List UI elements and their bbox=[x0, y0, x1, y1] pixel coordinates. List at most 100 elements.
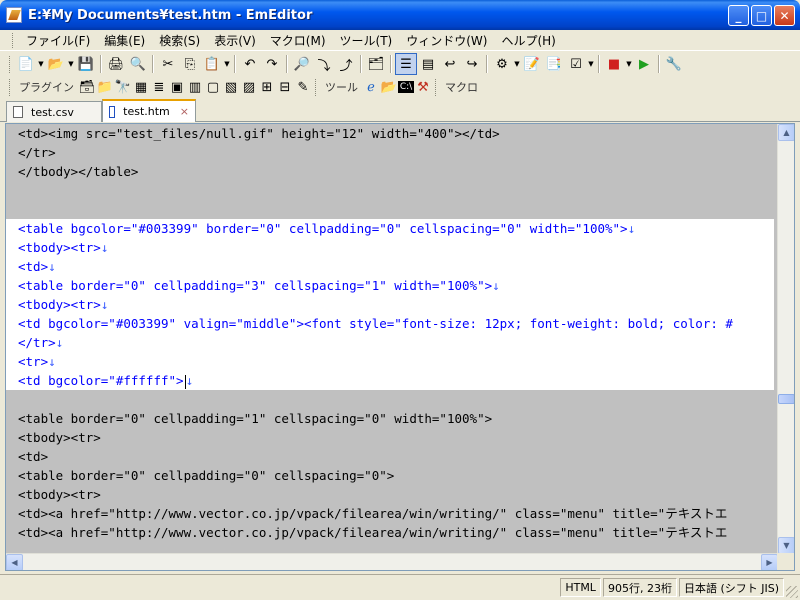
find-previous-icon[interactable]: ⤴ bbox=[335, 53, 357, 75]
checklist-icon[interactable]: ☑ bbox=[565, 53, 587, 75]
newline-mark: ↓ bbox=[100, 297, 109, 312]
minimize-button[interactable]: _ bbox=[728, 5, 749, 26]
encoding-status[interactable]: 日本語 (シフト JIS) bbox=[678, 578, 784, 597]
external-tool-icon[interactable]: ⚒ bbox=[414, 76, 432, 98]
plugin-html-bar-icon[interactable]: ▦ bbox=[132, 76, 150, 98]
run-macro-icon[interactable]: ▶ bbox=[633, 53, 655, 75]
menu-window[interactable]: ウィンドウ(W) bbox=[399, 32, 494, 49]
plugin-word-count-icon[interactable]: ▧ bbox=[222, 76, 240, 98]
explorer-folder-icon[interactable]: 📂 bbox=[380, 76, 398, 98]
toolbar-grip[interactable] bbox=[315, 78, 318, 96]
code-line: <td><a href="http://www.vector.co.jp/vpa… bbox=[18, 506, 728, 521]
macro-dropdown-icon[interactable]: ▼ bbox=[625, 60, 633, 68]
plugin-binoculars-icon[interactable]: 🔭 bbox=[114, 76, 132, 98]
plugin-spell-check-icon[interactable]: ✎ bbox=[294, 76, 312, 98]
code-line: <td> bbox=[18, 449, 49, 464]
open-folder-icon[interactable]: 📂 bbox=[45, 53, 67, 75]
toolbar-grip[interactable] bbox=[9, 78, 12, 96]
selected-code-line: <td bgcolor="#003399" valign="middle"><f… bbox=[6, 314, 774, 333]
emeditor-app-icon[interactable] bbox=[6, 7, 22, 23]
vertical-scroll-thumb[interactable] bbox=[778, 394, 794, 404]
menu-file[interactable]: ファイル(F) bbox=[19, 32, 97, 49]
title-bar[interactable]: E:¥My Documents¥test.htm - EmEditor _ □ … bbox=[0, 0, 800, 30]
new-file-icon[interactable]: 📄 bbox=[15, 53, 37, 75]
find-icon[interactable]: 🔎 bbox=[291, 53, 313, 75]
menu-search[interactable]: 検索(S) bbox=[152, 32, 207, 49]
wrap-by-window-icon[interactable]: ↩ bbox=[439, 53, 461, 75]
code-line: <table border="0" cellpadding="1" cellsp… bbox=[18, 411, 493, 426]
scroll-right-arrow-icon[interactable]: ▶ bbox=[761, 554, 778, 570]
menu-help[interactable]: ヘルプ(H) bbox=[494, 32, 562, 49]
new-dropdown-icon[interactable]: ▼ bbox=[37, 60, 45, 68]
toolbar-grip[interactable] bbox=[9, 55, 12, 73]
find-next-icon[interactable]: ⤵ bbox=[313, 53, 335, 75]
scroll-up-arrow-icon[interactable]: ▲ bbox=[778, 124, 794, 141]
status-bar: HTML 905行, 23桁 日本語 (シフト JIS) bbox=[0, 574, 800, 600]
paste-icon[interactable]: 📋 bbox=[201, 53, 223, 75]
text-editor[interactable]: <td><img src="test_files/null.gif" heigh… bbox=[5, 123, 795, 571]
save-icon[interactable]: 💾 bbox=[75, 53, 97, 75]
print-icon[interactable]: 🖨 bbox=[105, 53, 127, 75]
paste-dropdown-icon[interactable]: ▼ bbox=[223, 60, 231, 68]
resize-grip[interactable] bbox=[786, 586, 798, 598]
plugin-search-icon[interactable]: ⊞ bbox=[258, 76, 276, 98]
open-dropdown-icon[interactable]: ▼ bbox=[67, 60, 75, 68]
plugin-projects-icon[interactable]: 📁 bbox=[96, 76, 114, 98]
stop-macro-icon[interactable]: ■ bbox=[603, 53, 625, 75]
tab-label: test.csv bbox=[31, 105, 74, 119]
wrap-by-chars-icon[interactable]: ▤ bbox=[417, 53, 439, 75]
plugin-snippets-icon[interactable]: ▣ bbox=[168, 76, 186, 98]
tab-test-htm[interactable]: test.htm × bbox=[102, 99, 196, 122]
code-area[interactable]: <td><img src="test_files/null.gif" heigh… bbox=[6, 124, 774, 554]
customize-icon[interactable]: 🔧 bbox=[663, 53, 685, 75]
plugin-web-preview-icon[interactable]: ▢ bbox=[204, 76, 222, 98]
cut-icon[interactable]: ✂ bbox=[157, 53, 179, 75]
close-button[interactable]: ✕ bbox=[774, 5, 795, 26]
checklist-dropdown-icon[interactable]: ▼ bbox=[587, 60, 595, 68]
menu-view[interactable]: 表示(V) bbox=[207, 32, 263, 49]
print-preview-icon[interactable]: 🔍 bbox=[127, 53, 149, 75]
tab-test-csv[interactable]: test.csv bbox=[6, 101, 102, 122]
code-line: <tbody><tr> bbox=[18, 487, 101, 502]
toolbar-separator bbox=[390, 55, 392, 73]
newline-mark: ↓ bbox=[185, 373, 194, 388]
copy-icon[interactable]: ⎘ bbox=[179, 53, 201, 75]
selected-code-line: <tbody><tr>↓ bbox=[6, 295, 774, 314]
plugin-tags-icon[interactable]: ⊟ bbox=[276, 76, 294, 98]
menu-grip[interactable] bbox=[12, 32, 15, 48]
window-title: E:¥My Documents¥test.htm - EmEditor bbox=[28, 7, 313, 23]
all-properties-icon[interactable]: 📑 bbox=[543, 53, 565, 75]
selected-line-text: <td bgcolor="#003399" valign="middle"><f… bbox=[18, 316, 733, 331]
plugin-clipboard-icon[interactable]: ▨ bbox=[240, 76, 258, 98]
maximize-button[interactable]: □ bbox=[751, 5, 772, 26]
vertical-scrollbar[interactable]: ▲ ▼ bbox=[777, 124, 794, 554]
configuration-icon[interactable]: ⚙ bbox=[491, 53, 513, 75]
menu-macro[interactable]: マクロ(M) bbox=[263, 32, 333, 49]
redo-icon[interactable]: ↷ bbox=[261, 53, 283, 75]
toolbar-grip[interactable] bbox=[435, 78, 438, 96]
find-in-files-icon[interactable]: 🗂 bbox=[365, 53, 387, 75]
scroll-left-arrow-icon[interactable]: ◀ bbox=[6, 554, 23, 570]
configuration-dropdown-icon[interactable]: ▼ bbox=[513, 60, 521, 68]
internet-explorer-icon[interactable]: ℯ bbox=[362, 76, 380, 98]
properties-icon[interactable]: 📝 bbox=[521, 53, 543, 75]
scroll-down-arrow-icon[interactable]: ▼ bbox=[778, 537, 794, 554]
plugin-explorer-icon[interactable]: 🗃 bbox=[78, 76, 96, 98]
text-file-icon bbox=[13, 106, 23, 118]
tab-close-icon[interactable]: × bbox=[180, 105, 189, 118]
undo-icon[interactable]: ↶ bbox=[239, 53, 261, 75]
plugin-outline-icon[interactable]: ≣ bbox=[150, 76, 168, 98]
wrap-none-icon[interactable]: ☰ bbox=[395, 53, 417, 75]
syntax-mode-status[interactable]: HTML bbox=[560, 578, 601, 597]
wrap-by-page-icon[interactable]: ↪ bbox=[461, 53, 483, 75]
menu-edit[interactable]: 編集(E) bbox=[97, 32, 152, 49]
toolbar-separator bbox=[100, 55, 102, 73]
newline-mark: ↓ bbox=[48, 354, 56, 369]
menu-tools[interactable]: ツール(T) bbox=[333, 32, 400, 49]
plugin-character-code-icon[interactable]: ▥ bbox=[186, 76, 204, 98]
code-line: <td><img src="test_files/null.gif" heigh… bbox=[18, 126, 500, 141]
horizontal-scrollbar[interactable]: ◀ ▶ bbox=[6, 553, 778, 570]
command-prompt-icon[interactable]: C:\ bbox=[398, 81, 414, 93]
